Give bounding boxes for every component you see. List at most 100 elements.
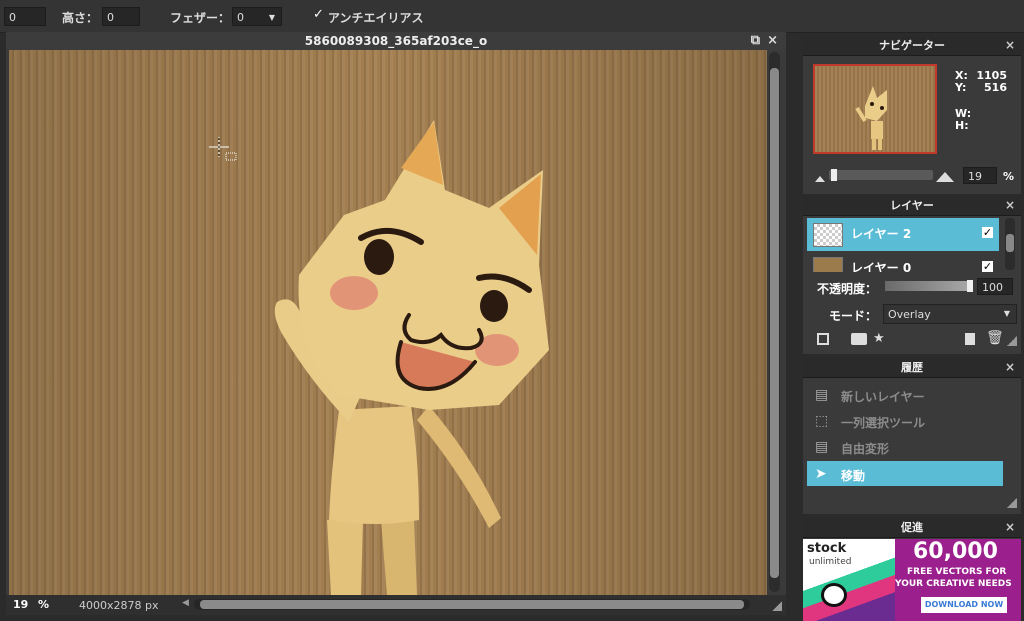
horizontal-scroll-thumb[interactable] [200,600,744,609]
close-icon[interactable]: × [1005,196,1015,215]
promo-line2: YOUR CREATIVE NEEDS [895,579,1012,589]
navigator-preview-image [855,86,887,150]
opacity-slider-thumb[interactable] [967,280,973,292]
promo-banner[interactable]: stock unlimited 60,000 FREE VECTORS FOR … [803,539,1021,621]
promo-panel: 促進 × stock unlimited 60,000 FREE VECTORS… [803,518,1021,621]
feather-value: 0 [237,11,244,24]
zoom-slider[interactable] [829,169,933,181]
new-layer-history-icon: ▤ [815,387,829,403]
navigator-title: ナビゲーター [879,39,945,52]
history-item-label: 新しいレイヤー [841,390,925,404]
vertical-scrollbar[interactable] [769,52,780,592]
antialias-checkbox[interactable]: ✓ [313,8,324,21]
navigator-zoom-input[interactable]: 19 [963,167,997,184]
opacity-input[interactable]: 100 [977,278,1013,295]
navigator-thumbnail[interactable] [813,64,937,154]
vertical-scroll-thumb[interactable] [770,68,779,578]
promo-headline: 60,000 [913,539,998,564]
layer-list: レイヤー 2 ✓ レイヤー 0 ✓ [803,216,1021,272]
resize-grip-icon[interactable] [1007,336,1017,346]
h-label: H: [955,119,969,132]
history-header: 履歴 × [803,358,1021,378]
promo-header: 促進 × [803,518,1021,538]
zoom-input[interactable]: 19 [13,598,28,611]
document-title: 5860089308_365af203ce_o ⧉ × [6,32,786,50]
layer-visibility-checkbox[interactable]: ✓ [982,227,993,238]
antialias-label: アンチエイリアス [328,11,424,25]
layers-title: レイヤー [890,199,934,212]
cat-figure-image [9,50,767,595]
trash-icon[interactable]: 🗑 [986,330,1004,346]
close-icon[interactable]: × [1005,518,1015,537]
move-history-icon: ➤ [815,466,827,482]
layers-footer: ★ 🗑 [803,330,1021,352]
history-item-label: 自由変形 [841,442,890,456]
resize-grip-icon[interactable] [772,601,782,611]
zoom-unit: % [38,598,50,611]
history-item[interactable]: ▤ 新しいレイヤー [807,382,1003,407]
document-title-text: 5860089308_365af203ce_o [304,34,488,48]
history-item-selected[interactable]: ➤ 移動 [807,461,1003,486]
layers-scrollbar[interactable] [1005,218,1015,270]
horizontal-scrollbar[interactable] [194,599,750,610]
history-item[interactable]: ⬚ 一列選択ツール [807,408,1003,433]
transform-history-icon: ▤ [815,439,829,455]
history-item[interactable]: ▤ 自由変形 [807,434,1003,459]
history-list: ▤ 新しいレイヤー ⬚ 一列選択ツール ▤ 自由変形 ➤ 移動 [803,378,1021,494]
y-label: Y: [955,81,967,94]
promo-brand-stock: stock [807,541,847,556]
layer-thumbnail [813,223,843,247]
layer-row-selected[interactable]: レイヤー 2 ✓ [807,218,999,251]
layers-scroll-thumb[interactable] [1006,234,1014,252]
resize-grip-icon[interactable] [1007,498,1017,508]
feather-label: フェザー： [170,11,231,25]
close-icon[interactable]: × [1005,358,1015,377]
crosshair-cursor-icon [209,137,237,161]
height-label: 高さ： [62,11,99,25]
layer-name: レイヤー 0 [851,261,912,272]
layer-style-icon[interactable]: ★ [873,331,885,346]
promo-title: 促進 [901,521,923,534]
layer-settings-icon[interactable] [817,333,829,345]
zoom-out-icon[interactable] [815,176,825,182]
promo-brand-unlimited: unlimited [809,557,852,567]
navigator-header: ナビゲーター × [803,36,1021,56]
height-input[interactable]: 0 [102,7,140,26]
panda-icon [821,583,847,607]
marquee-history-icon: ⬚ [815,413,829,429]
feather-select[interactable]: 0 ▼ [232,7,282,26]
chevron-down-icon: ▼ [268,13,275,22]
history-item-label: 移動 [841,469,866,483]
history-panel: 履歴 × ▤ 新しいレイヤー ⬚ 一列選択ツール ▤ 自由変形 ➤ 移動 [803,358,1021,514]
history-item-label: 一列選択ツール [841,416,926,430]
close-icon[interactable]: × [1005,36,1015,55]
navigator-zoom-unit: % [1003,170,1015,183]
opacity-slider[interactable] [885,280,973,292]
layer-thumbnail [813,257,843,272]
promo-line1: FREE VECTORS FOR [907,567,1007,577]
history-title: 履歴 [901,361,923,374]
layer-name: レイヤー 2 [851,227,912,241]
width-input[interactable]: 0 [4,7,46,26]
zoom-in-icon[interactable] [936,172,954,182]
layers-panel: レイヤー × レイヤー 2 ✓ レイヤー 0 ✓ 不透明度： 100 モード： … [803,196,1021,354]
new-layer-icon[interactable] [965,333,975,345]
blend-mode-select[interactable]: Overlay ▼ [883,304,1017,324]
y-value: 516 [984,81,1007,94]
chevron-down-icon: ▼ [1003,309,1010,318]
promo-left-area: stock unlimited [803,539,895,621]
layer-row[interactable]: レイヤー 0 ✓ [807,252,999,272]
close-icon[interactable]: × [767,33,778,49]
image-canvas[interactable] [9,50,767,595]
layer-visibility-checkbox[interactable]: ✓ [982,261,993,272]
zoom-slider-thumb[interactable] [831,169,837,181]
restore-icon[interactable]: ⧉ [751,33,760,49]
scroll-left-icon[interactable]: ◀ [182,598,189,608]
download-now-button[interactable]: DOWNLOAD NOW [921,597,1007,613]
opacity-label: 不透明度： [817,282,878,296]
status-bar: 19 % 4000x2878 px ◀ [6,595,786,615]
layer-mask-icon[interactable] [851,333,867,345]
mode-label: モード： [829,309,878,323]
canvas-window: 5860089308_365af203ce_o ⧉ × 19 % 4000x28… [6,32,786,615]
options-toolbar: 0 高さ： 0 フェザー： 0 ▼ ✓ アンチエイリアス [0,0,1024,33]
